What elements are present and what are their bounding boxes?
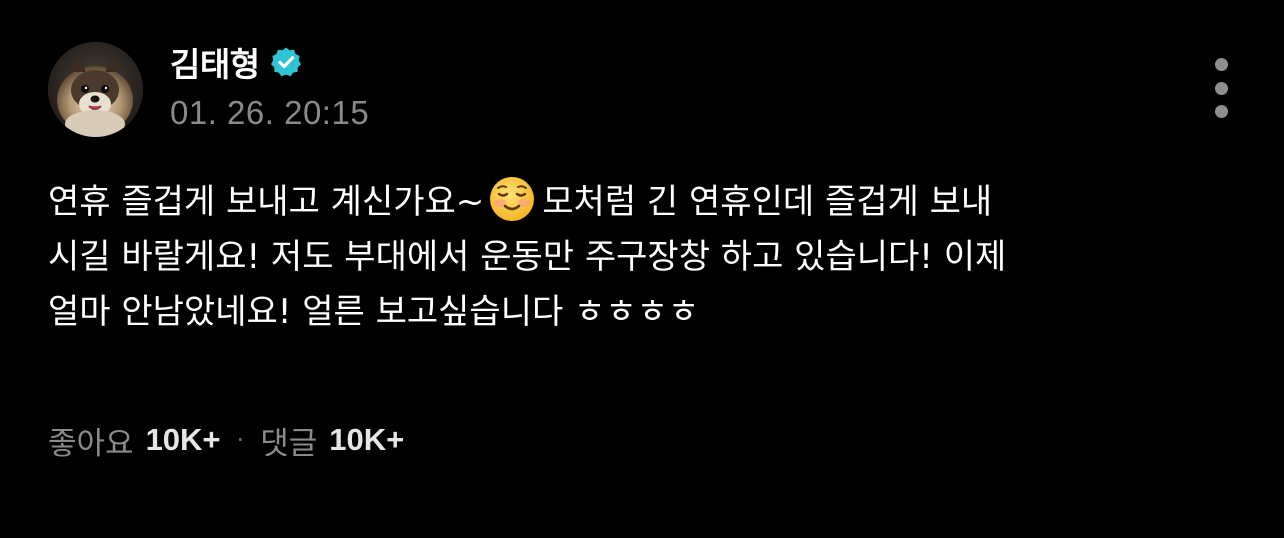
verified-badge-icon: [270, 46, 302, 78]
vertical-ellipsis-icon: [1214, 105, 1228, 118]
more-options-button[interactable]: [1205, 58, 1237, 118]
post-body-text: 연휴 즐겁게 보내고 계신가요~: [48, 182, 485, 222]
pomeranian-dog-avatar: [48, 42, 143, 137]
vertical-ellipsis-icon: [1214, 58, 1228, 71]
likes-stat[interactable]: 좋아요 10K+: [48, 418, 221, 463]
vertical-ellipsis-icon: [1214, 81, 1228, 95]
post-body-line: 연휴 즐겁게 보내고 계신가요~ 모처럼 긴 연휴인데 즐겁게 보내: [48, 175, 1248, 230]
post-body-line: 시길 바랄게요! 저도 부대에서 운동만 주구장창 하고 있습니다! 이제: [48, 237, 1007, 277]
comments-stat[interactable]: 댓글 10K+: [260, 418, 404, 463]
post-body-line: 얼마 안남았네요! 얼른 보고싶습니다 ㅎㅎㅎㅎ: [48, 292, 700, 332]
comments-count: 10K+: [329, 422, 405, 457]
post-card: 김태형 01. 26. 20:15 연휴 즐겁게 보내고 계신가요~ 모처럼 긴…: [0, 0, 1284, 538]
comments-label: 댓글: [260, 425, 318, 462]
post-timestamp: 01. 26. 20:15: [170, 94, 370, 131]
post-body: 연휴 즐겁게 보내고 계신가요~ 모처럼 긴 연휴인데 즐겁게 보내 시길 바랄…: [48, 175, 1248, 340]
likes-label: 좋아요: [48, 425, 134, 462]
author-row: 김태형: [170, 40, 302, 84]
author-avatar[interactable]: [48, 42, 143, 137]
likes-count: 10K+: [145, 422, 221, 457]
post-body-text: 모처럼 긴 연휴인데 즐겁게 보내: [542, 182, 993, 222]
stats-separator: ·: [236, 426, 245, 454]
post-stats: 좋아요 10K+ · 댓글 10K+: [48, 418, 404, 462]
smiling-face-emoji-icon: [488, 175, 536, 223]
author-name[interactable]: 김태형: [170, 38, 260, 86]
